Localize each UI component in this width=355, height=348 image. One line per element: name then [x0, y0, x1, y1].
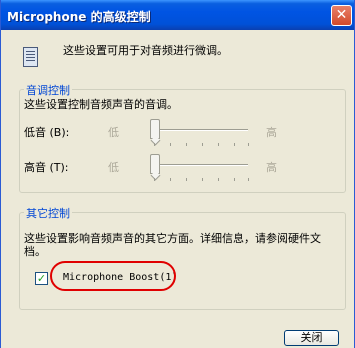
close-icon: ✕	[335, 7, 348, 23]
tone-control-description: 这些设置控制音频声音的音调。	[24, 98, 178, 111]
check-icon: ✓	[36, 272, 47, 285]
bass-low-label: 低	[108, 126, 119, 139]
treble-label: 高音 (T):	[24, 161, 69, 174]
close-button[interactable]: 关闭	[284, 330, 339, 346]
tone-control-group: 音调控制 这些设置控制音频声音的音调。 低音 (B): 低 高 高音 (T): …	[19, 82, 346, 193]
treble-slider-ticks	[154, 178, 249, 182]
bass-slider-thumb[interactable]	[150, 119, 160, 139]
other-control-group: 其它控制 这些设置影响音频声音的其它方面。详细信息，请参阅硬件文 档。 ✓ Mi…	[19, 205, 346, 310]
other-control-description-line1: 这些设置影响音频声音的其它方面。详细信息，请参阅硬件文	[24, 232, 321, 245]
treble-low-label: 低	[108, 161, 119, 174]
title-bar[interactable]: Microphone 的高级控制 ✕	[1, 0, 354, 30]
close-window-button[interactable]: ✕	[331, 5, 352, 26]
bass-high-label: 高	[266, 126, 277, 139]
treble-slider-track[interactable]	[153, 164, 248, 166]
treble-high-label: 高	[266, 161, 277, 174]
treble-slider-thumb[interactable]	[150, 154, 160, 174]
header-description: 这些设置可用于对音频进行微调。	[63, 44, 228, 57]
microphone-boost-checkbox[interactable]: ✓	[35, 272, 48, 285]
bass-slider-track[interactable]	[153, 129, 248, 131]
other-control-description-line2: 档。	[24, 245, 46, 258]
bass-label: 低音 (B):	[24, 126, 70, 139]
document-icon	[23, 47, 38, 67]
advanced-controls-window: Microphone 的高级控制 ✕ 这些设置可用于对音频进行微调。 音调控制 …	[0, 0, 355, 348]
window-title: Microphone 的高级控制	[7, 10, 151, 24]
other-control-title: 其它控制	[24, 205, 72, 221]
bass-slider-ticks	[154, 143, 249, 147]
red-highlight-circle	[50, 261, 176, 291]
